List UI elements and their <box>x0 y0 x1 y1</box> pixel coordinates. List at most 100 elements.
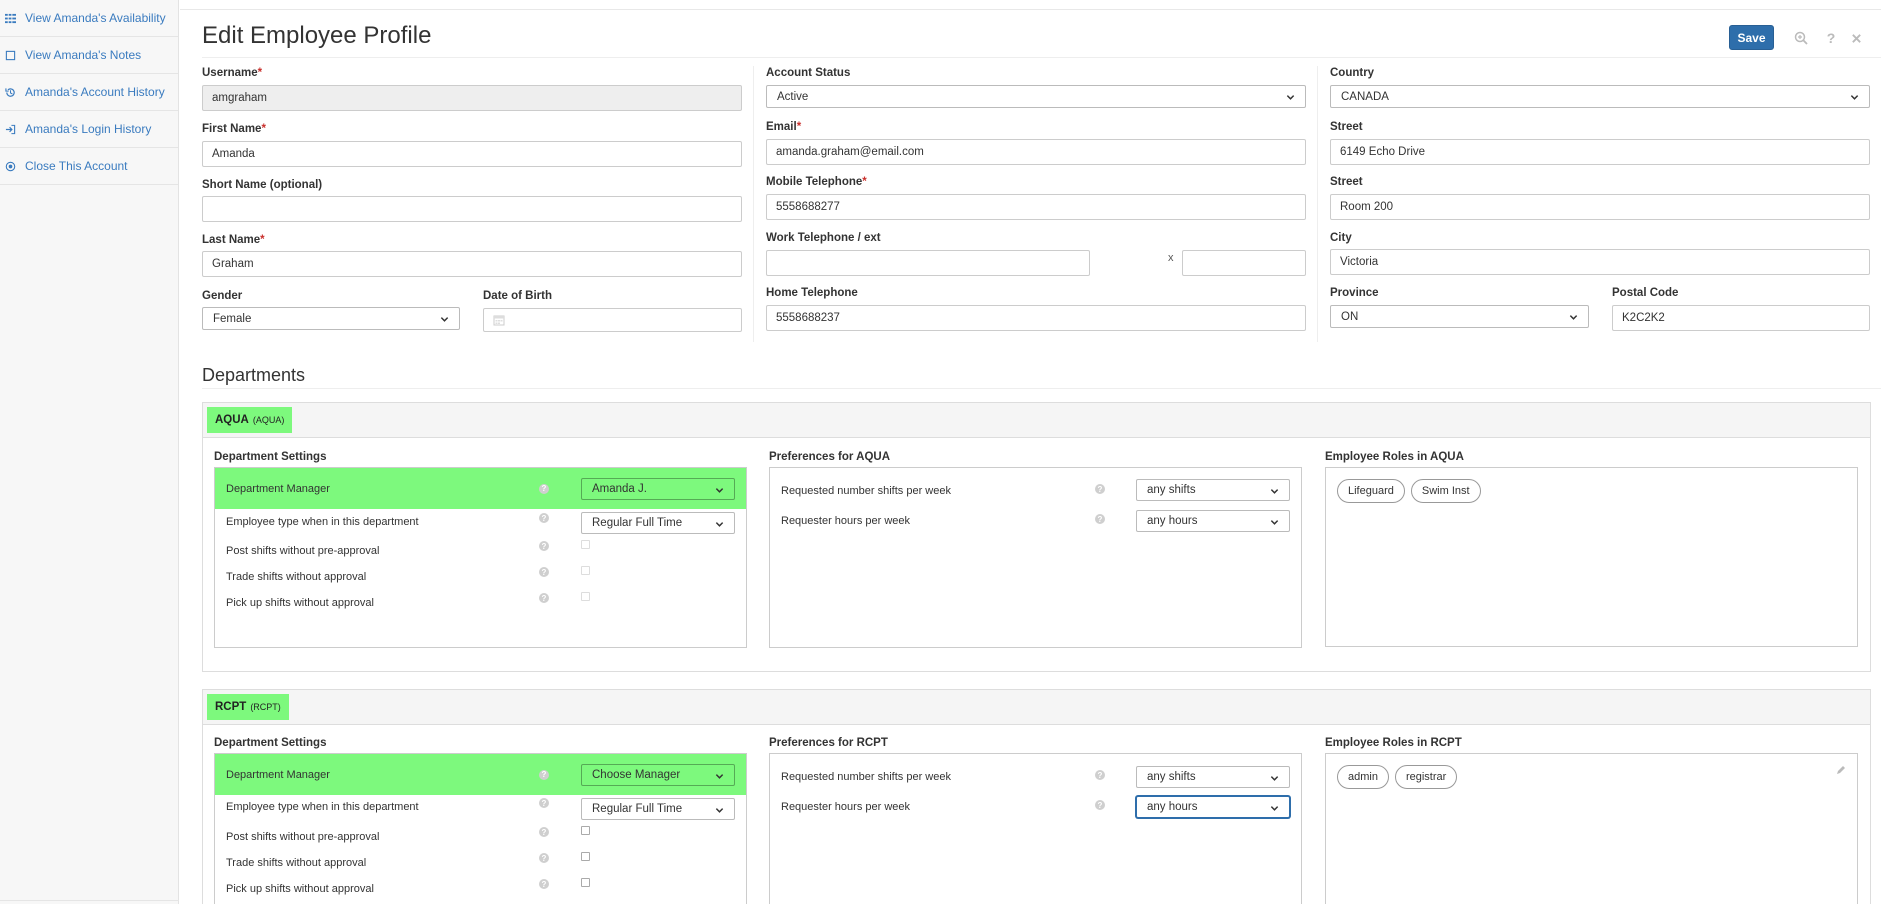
sidebar-item-label: Close This Account <box>25 159 128 173</box>
employee-type-select[interactable]: Regular Full Time <box>581 512 735 534</box>
help-icon[interactable]: ? <box>539 541 549 551</box>
work-phone-ext-field[interactable] <box>1182 250 1306 276</box>
post-shifts-checkbox[interactable] <box>581 540 590 549</box>
shifts-pref-label: Requested number shifts per week <box>781 484 951 497</box>
department-panel-rcpt: RCPT (RCPT) Department Settings Departme… <box>202 689 1871 904</box>
post-shifts-row: Post shifts without pre-approval ? <box>215 824 746 849</box>
street2-field[interactable]: Room 200 <box>1330 194 1870 220</box>
department-code: (RCPT) <box>250 702 281 712</box>
gender-select[interactable]: Female <box>202 307 460 330</box>
work-phone-label: Work Telephone / ext <box>766 232 881 244</box>
manager-select[interactable]: Choose Manager <box>581 764 735 786</box>
column-divider <box>753 66 754 342</box>
help-icon[interactable]: ? <box>539 513 549 523</box>
post-shifts-checkbox[interactable] <box>581 826 590 835</box>
hours-pref-select[interactable]: any hours <box>1136 510 1290 532</box>
help-icon[interactable]: ? <box>1095 770 1105 780</box>
departments-title: Departments <box>202 365 306 385</box>
employee-type-value: Regular Full Time <box>592 517 683 529</box>
country-select[interactable]: CANADA <box>1330 85 1870 108</box>
last-name-field[interactable]: Graham <box>202 251 742 277</box>
chevron-down-icon <box>1270 773 1279 782</box>
save-button[interactable]: Save <box>1729 25 1774 50</box>
hours-pref-value: any hours <box>1147 515 1198 527</box>
sidebar-item-login-history[interactable]: Amanda's Login History <box>0 111 178 148</box>
role-pill[interactable]: Lifeguard <box>1337 479 1405 503</box>
role-pill[interactable]: admin <box>1337 765 1389 789</box>
chevron-down-icon <box>715 771 724 780</box>
help-icon[interactable]: ? <box>539 798 549 808</box>
help-icon[interactable]: ? <box>539 853 549 863</box>
dob-field[interactable] <box>483 308 742 332</box>
chevron-down-icon <box>1270 803 1279 812</box>
street1-label: Street <box>1330 121 1363 133</box>
preferences-panel: Requested number shifts per week ? any s… <box>769 467 1302 648</box>
role-pill[interactable]: Swim Inst <box>1410 479 1481 503</box>
help-icon[interactable]: ? <box>1823 30 1839 46</box>
employee-type-label: Employee type when in this department <box>226 800 419 813</box>
country-label: Country <box>1330 67 1375 79</box>
help-icon[interactable]: ? <box>539 593 549 603</box>
first-name-field[interactable]: Amanda <box>202 141 742 167</box>
city-field[interactable]: Victoria <box>1330 249 1870 275</box>
employee-type-row: Employee type when in this department ? … <box>215 794 746 820</box>
zoom-icon[interactable] <box>1793 30 1809 46</box>
email-label: Email* <box>766 121 802 133</box>
sidebar-item-notes[interactable]: View Amanda's Notes <box>0 37 178 74</box>
preferences-title: Preferences for RCPT <box>769 737 888 749</box>
role-pill[interactable]: registrar <box>1394 765 1458 789</box>
email-field[interactable]: amanda.graham@email.com <box>766 139 1306 165</box>
work-phone-field[interactable] <box>766 250 1090 276</box>
sidebar-item-availability[interactable]: View Amanda's Availability <box>0 0 178 37</box>
post-shifts-label: Post shifts without pre-approval <box>226 830 380 843</box>
account-status-select[interactable]: Active <box>766 85 1306 108</box>
roles-title: Employee Roles in RCPT <box>1325 737 1462 749</box>
pencil-icon[interactable] <box>1835 764 1847 776</box>
pickup-shifts-row: Pick up shifts without approval ? <box>215 590 746 615</box>
hours-pref-select[interactable]: any hours <box>1136 796 1290 818</box>
username-field: amgraham <box>202 85 742 111</box>
shifts-pref-select[interactable]: any shifts <box>1136 479 1290 501</box>
help-icon[interactable]: ? <box>539 483 549 494</box>
pickup-shifts-checkbox[interactable] <box>581 878 590 887</box>
province-value: ON <box>1341 310 1359 323</box>
shifts-pref-value: any shifts <box>1147 771 1196 783</box>
postal-code-field[interactable]: K2C2K2 <box>1612 305 1870 331</box>
pickup-shifts-row: Pick up shifts without approval ? <box>215 876 746 901</box>
department-header: AQUA (AQUA) <box>203 403 1870 438</box>
sidebar-item-account-history[interactable]: Amanda's Account History <box>0 74 178 111</box>
trade-shifts-checkbox[interactable] <box>581 852 590 861</box>
trade-shifts-label: Trade shifts without approval <box>226 570 367 583</box>
trade-shifts-checkbox[interactable] <box>581 566 590 575</box>
shifts-pref-select[interactable]: any shifts <box>1136 766 1290 788</box>
help-icon[interactable]: ? <box>1095 800 1105 810</box>
manager-select[interactable]: Amanda J. <box>581 478 735 500</box>
short-name-field[interactable] <box>202 196 742 222</box>
sidebar-item-label: View Amanda's Notes <box>25 48 142 62</box>
login-icon <box>4 123 16 135</box>
manager-row: Department Manager ? Amanda J. <box>215 468 746 509</box>
close-icon[interactable] <box>1848 30 1864 46</box>
help-icon[interactable]: ? <box>539 827 549 837</box>
hours-pref-value: any hours <box>1147 801 1198 813</box>
department-tag: RCPT (RCPT) <box>207 694 289 720</box>
help-icon[interactable]: ? <box>1095 484 1105 494</box>
trade-shifts-row: Trade shifts without approval ? <box>215 564 746 589</box>
mobile-field[interactable]: 5558688277 <box>766 194 1306 220</box>
pickup-shifts-checkbox[interactable] <box>581 592 590 601</box>
country-value: CANADA <box>1341 90 1389 103</box>
note-icon <box>4 49 16 61</box>
help-icon[interactable]: ? <box>539 769 549 780</box>
help-icon[interactable]: ? <box>539 879 549 889</box>
home-phone-field[interactable]: 5558688237 <box>766 305 1306 331</box>
page-title: Edit Employee Profile <box>202 22 432 49</box>
street1-field[interactable]: 6149 Echo Drive <box>1330 139 1870 165</box>
preferences-panel: Requested number shifts per week ? any s… <box>769 753 1302 904</box>
department-header: RCPT (RCPT) <box>203 690 1870 725</box>
manager-label: Department Manager <box>226 482 330 495</box>
help-icon[interactable]: ? <box>1095 514 1105 524</box>
help-icon[interactable]: ? <box>539 567 549 577</box>
employee-type-select[interactable]: Regular Full Time <box>581 798 735 820</box>
province-select[interactable]: ON <box>1330 305 1589 328</box>
sidebar-item-close-account[interactable]: Close This Account <box>0 148 178 185</box>
